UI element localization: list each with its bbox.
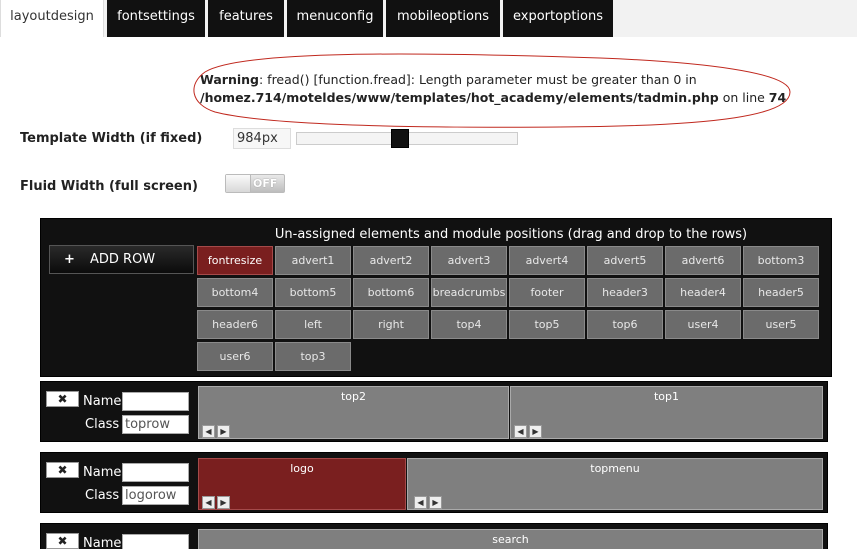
warning-line-number: 74 — [768, 90, 787, 105]
module-chip[interactable]: header3 — [587, 278, 663, 307]
arrow-left-icon[interactable]: ◀ — [514, 425, 527, 438]
row-name-input[interactable] — [122, 534, 189, 549]
arrow-right-icon[interactable]: ▶ — [217, 496, 230, 509]
slot-label: search — [492, 533, 529, 546]
warning-path: /homez.714/moteldes/www/templates/hot_ac… — [200, 90, 719, 105]
slot-label: top1 — [653, 390, 680, 403]
slot-arrows: ◀ ▶ — [202, 496, 232, 509]
tab-exportoptions[interactable]: exportoptions — [503, 0, 613, 37]
module-chip[interactable]: advert4 — [509, 246, 585, 275]
close-icon: ✖ — [57, 534, 68, 548]
row-slot[interactable]: topmenu ◀ ▶ — [407, 458, 823, 510]
row-slot[interactable]: search — [198, 529, 823, 549]
unassigned-title: Un-assigned elements and module position… — [274, 227, 748, 242]
row-name-input[interactable] — [122, 392, 189, 411]
module-chip[interactable]: left — [275, 310, 351, 339]
slot-label: logo — [290, 462, 314, 475]
add-row-button[interactable]: + ADD ROW — [49, 245, 194, 274]
tab-layoutdesign[interactable]: layoutdesign — [0, 0, 104, 37]
module-chip[interactable]: footer — [509, 278, 585, 307]
close-icon: ✖ — [57, 392, 68, 406]
row-name-input[interactable] — [122, 463, 189, 482]
row-name-label: Name — [83, 394, 122, 409]
module-chip[interactable]: fontresize — [197, 246, 273, 275]
module-chip[interactable]: bottom6 — [353, 278, 429, 307]
module-chip[interactable]: advert2 — [353, 246, 429, 275]
module-chip[interactable]: advert6 — [665, 246, 741, 275]
arrow-right-icon[interactable]: ▶ — [217, 425, 230, 438]
module-chip[interactable]: header6 — [197, 310, 273, 339]
row-slot[interactable]: top1 ◀ ▶ — [510, 386, 823, 439]
module-chip[interactable]: bottom3 — [743, 246, 819, 275]
warning-label: Warning — [200, 72, 259, 87]
template-width-label: Template Width (if fixed) — [20, 131, 203, 146]
row-name-label: Name — [83, 536, 122, 549]
tab-features[interactable]: features — [208, 0, 284, 37]
module-chip[interactable]: right — [353, 310, 429, 339]
module-chip[interactable]: top6 — [587, 310, 663, 339]
module-chip[interactable]: advert3 — [431, 246, 507, 275]
module-chip[interactable]: advert5 — [587, 246, 663, 275]
close-icon: ✖ — [57, 463, 68, 477]
tab-fontsettings[interactable]: fontsettings — [107, 0, 205, 37]
tab-mobileoptions[interactable]: mobileoptions — [386, 0, 500, 37]
module-chip[interactable]: advert1 — [275, 246, 351, 275]
row-class-label: Class — [85, 488, 120, 503]
module-chip[interactable]: breadcrumbs — [431, 278, 507, 307]
module-chip[interactable]: bottom5 — [275, 278, 351, 307]
row-slot[interactable]: top2 ◀ ▶ — [198, 386, 509, 439]
arrow-left-icon[interactable]: ◀ — [202, 425, 215, 438]
slot-arrows: ◀ ▶ — [414, 496, 444, 509]
arrow-right-icon[interactable]: ▶ — [429, 496, 442, 509]
arrow-left-icon[interactable]: ◀ — [202, 496, 215, 509]
warning-message: : fread() [function.fread]: Length param… — [258, 72, 697, 87]
layout-row-2: ✖ Name Class logo ◀▶ topmenu ◀▶ — [40, 452, 828, 513]
template-width-slider-handle[interactable] — [391, 129, 409, 148]
remove-row-button[interactable]: ✖ — [46, 462, 79, 478]
remove-row-button[interactable]: ✖ — [46, 533, 79, 549]
slot-arrows: ◀ ▶ — [514, 425, 544, 438]
arrow-left-icon[interactable]: ◀ — [414, 496, 427, 509]
module-chip[interactable]: header4 — [665, 278, 741, 307]
slot-arrows: ◀ ▶ — [202, 425, 232, 438]
warning-on-line: on line — [718, 90, 769, 105]
row-class-input[interactable] — [122, 415, 189, 434]
layout-row-3: ✖ Name search — [40, 523, 828, 549]
slot-label: topmenu — [590, 462, 640, 475]
fluid-width-toggle[interactable]: OFF — [225, 174, 285, 193]
module-chip[interactable]: top3 — [275, 342, 351, 371]
module-chip[interactable]: user6 — [197, 342, 273, 371]
php-warning: Warning: fread() [function.fread]: Lengt… — [200, 71, 800, 107]
template-width-slider[interactable] — [296, 129, 518, 148]
tab-menuconfig[interactable]: menuconfig — [287, 0, 383, 37]
row-class-input[interactable] — [122, 486, 189, 505]
module-chip[interactable]: top4 — [431, 310, 507, 339]
row-class-label: Class — [85, 417, 120, 432]
remove-row-button[interactable]: ✖ — [46, 391, 79, 407]
module-chip[interactable]: header5 — [743, 278, 819, 307]
tab-bar: layoutdesign fontsettings features menuc… — [0, 0, 857, 37]
module-chip[interactable]: user5 — [743, 310, 819, 339]
fluid-width-label: Fluid Width (full screen) — [20, 179, 198, 194]
add-row-label: ADD ROW — [90, 252, 156, 267]
template-width-value[interactable]: 984px — [233, 128, 291, 149]
row-slot[interactable]: logo ◀ ▶ — [198, 458, 406, 510]
module-chip[interactable]: bottom4 — [197, 278, 273, 307]
layout-row-1: ✖ Name Class top2 ◀▶ top1 ◀▶ — [40, 381, 828, 442]
module-chip[interactable]: user4 — [665, 310, 741, 339]
slot-label: top2 — [340, 390, 367, 403]
row-name-label: Name — [83, 465, 122, 480]
unassigned-panel: Un-assigned elements and module position… — [40, 218, 832, 377]
arrow-right-icon[interactable]: ▶ — [529, 425, 542, 438]
toggle-state: OFF — [253, 177, 278, 190]
toggle-knob — [226, 175, 251, 192]
module-chip[interactable]: top5 — [509, 310, 585, 339]
plus-icon: + — [64, 252, 75, 267]
